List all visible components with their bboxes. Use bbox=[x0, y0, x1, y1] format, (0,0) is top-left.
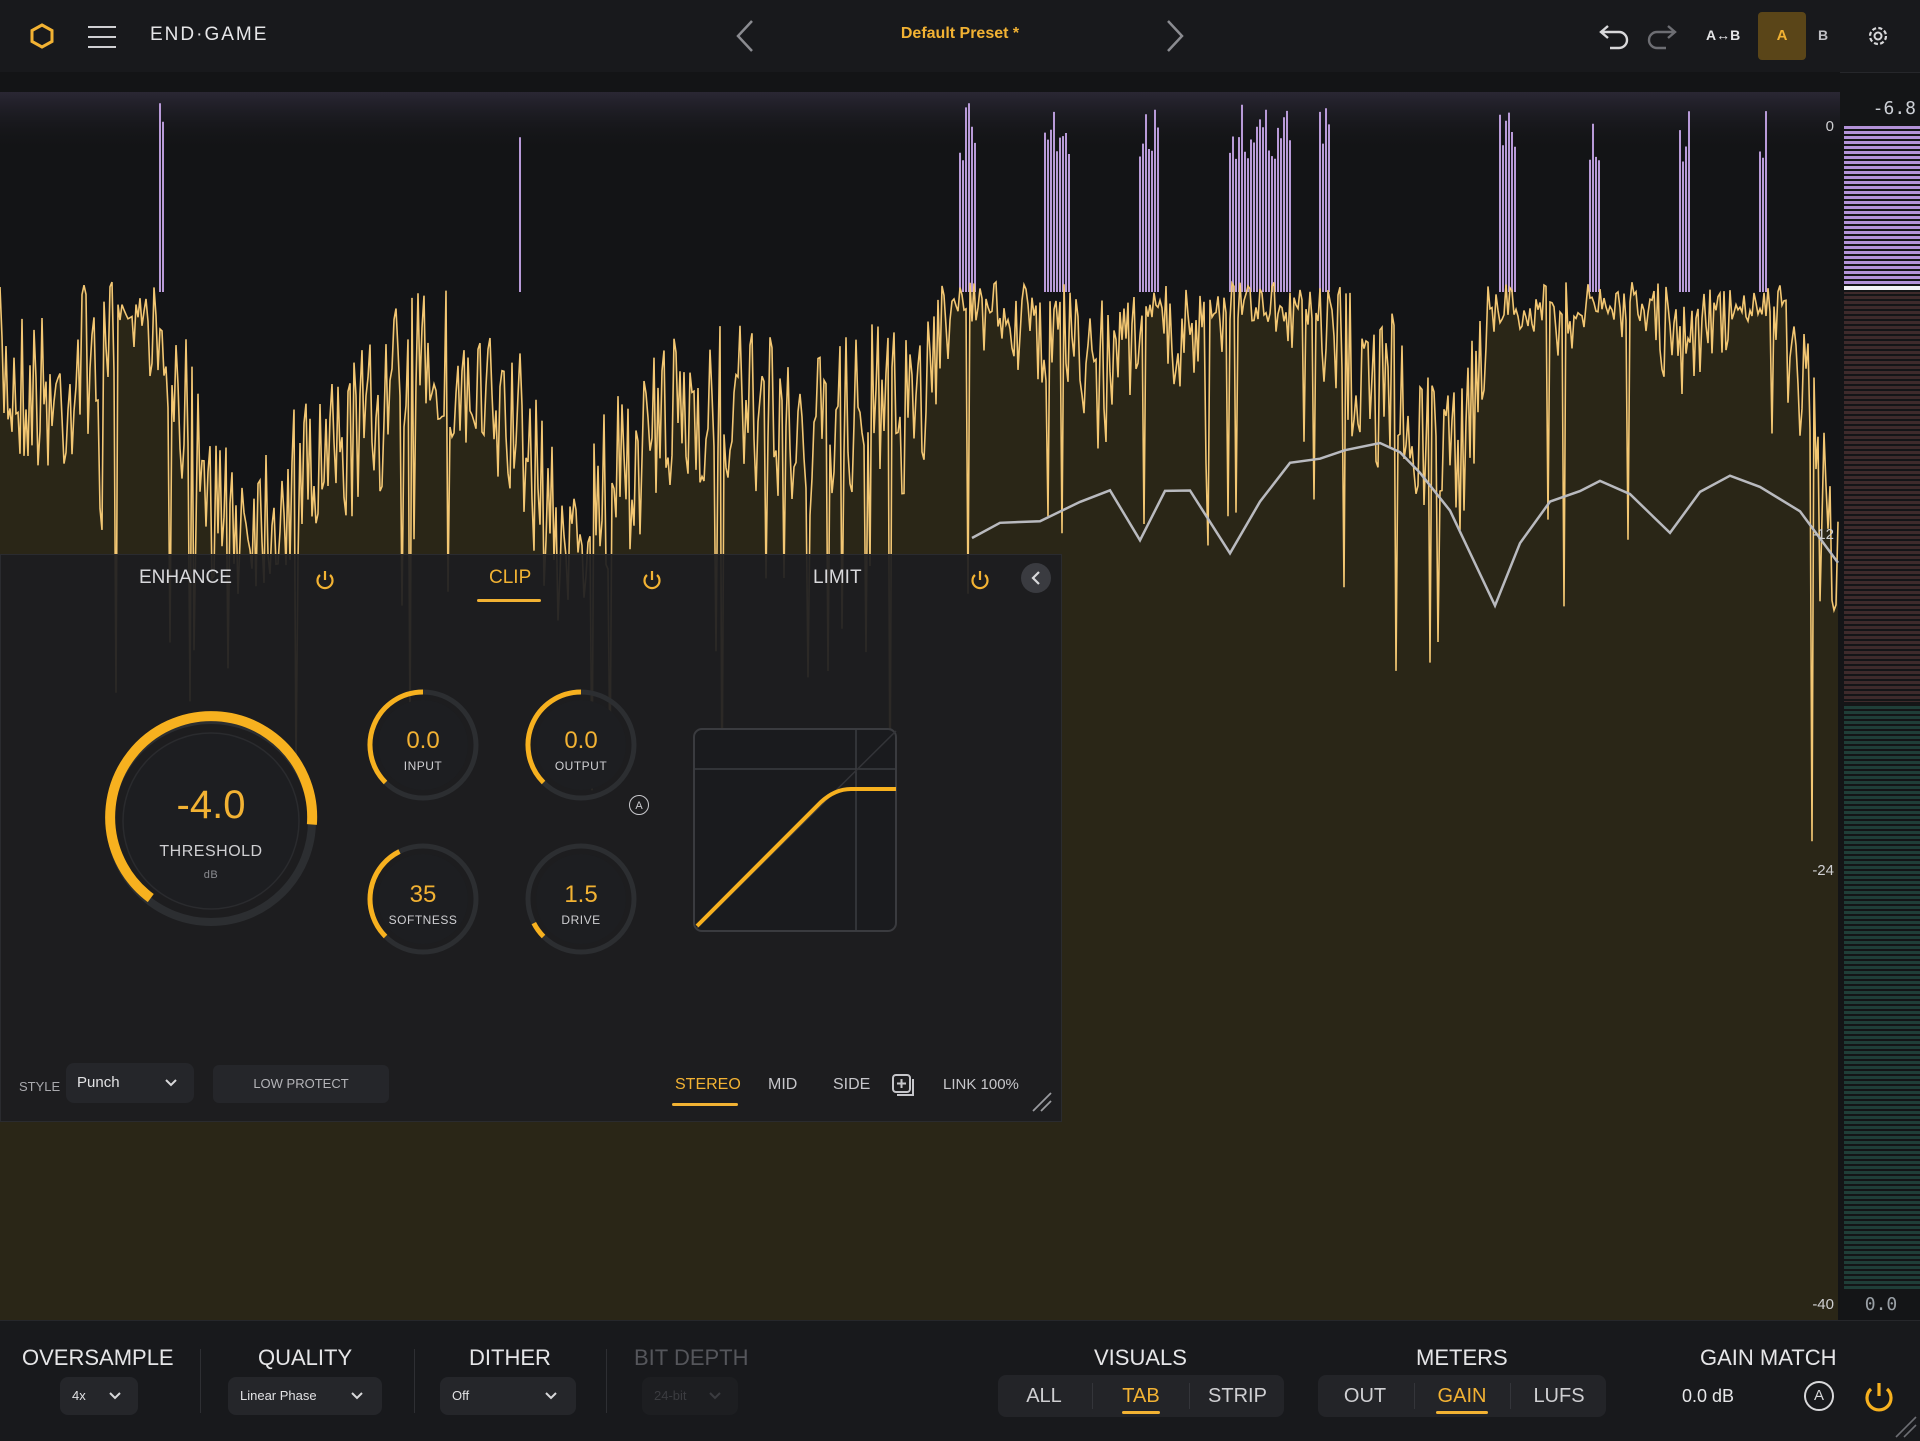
visuals-tab-option[interactable]: TAB bbox=[1094, 1385, 1188, 1408]
threshold-unit: dB bbox=[203, 869, 219, 881]
meter-bottom-readout[interactable]: 0.0 bbox=[1846, 1294, 1916, 1315]
meters-title: METERS bbox=[1416, 1345, 1508, 1370]
gain-match-value[interactable]: 0.0 dB bbox=[1682, 1386, 1734, 1407]
processor-panel: ENHANCE CLIP LIMIT -4.0 THRESHOLD dB 0.0… bbox=[0, 554, 1062, 1122]
db-label-12: -12 bbox=[1812, 526, 1834, 543]
output-label: OUTPUT bbox=[554, 759, 608, 773]
bit-depth-title: BIT DEPTH bbox=[634, 1345, 749, 1370]
undo-icon[interactable] bbox=[1598, 22, 1630, 50]
gain-meter-bars bbox=[1844, 126, 1920, 1290]
meters-out-option[interactable]: OUT bbox=[1318, 1385, 1412, 1408]
chevron-down-icon bbox=[709, 1392, 721, 1400]
redo-icon[interactable] bbox=[1646, 22, 1678, 50]
mode-stereo[interactable]: STEREO bbox=[675, 1076, 741, 1094]
chevron-down-icon bbox=[165, 1079, 177, 1087]
meters-gain-option[interactable]: GAIN bbox=[1415, 1385, 1509, 1408]
dither-value: Off bbox=[452, 1388, 470, 1403]
mode-side[interactable]: SIDE bbox=[833, 1076, 870, 1094]
bit-depth-dropdown: 24-bit bbox=[642, 1377, 738, 1415]
gain-match-auto-button[interactable]: A bbox=[1804, 1381, 1834, 1411]
chevron-down-icon bbox=[109, 1392, 121, 1400]
visuals-title: VISUALS bbox=[1094, 1345, 1187, 1370]
dither-dropdown[interactable]: Off bbox=[440, 1377, 576, 1415]
gain-meter bbox=[1840, 96, 1920, 1320]
visuals-selector: ALL TAB STRIP bbox=[998, 1375, 1284, 1417]
style-value: Punch bbox=[77, 1074, 120, 1091]
softness-label: SOFTNESS bbox=[388, 913, 458, 927]
drive-value[interactable]: 1.5 bbox=[541, 881, 621, 909]
oversample-value: 4x bbox=[72, 1388, 86, 1403]
input-value[interactable]: 0.0 bbox=[383, 727, 463, 755]
chevron-down-icon bbox=[545, 1392, 557, 1400]
quality-value: Linear Phase bbox=[240, 1388, 317, 1403]
divider bbox=[606, 1349, 607, 1413]
input-label: INPUT bbox=[403, 759, 443, 773]
brand-title: END·GAME bbox=[150, 24, 269, 45]
mode-stereo-underline bbox=[672, 1103, 738, 1106]
meter-peak-readout: -6.8 bbox=[1872, 98, 1916, 119]
knobs-graphics bbox=[105, 689, 897, 955]
visuals-all-option[interactable]: ALL bbox=[998, 1385, 1090, 1408]
a-state-button[interactable]: A bbox=[1758, 12, 1806, 60]
quality-title: QUALITY bbox=[258, 1345, 353, 1370]
mode-mid[interactable]: MID bbox=[768, 1076, 797, 1094]
resize-handle-icon[interactable] bbox=[1031, 1091, 1053, 1113]
divider bbox=[1189, 1383, 1190, 1409]
style-dropdown[interactable]: Punch bbox=[66, 1063, 194, 1103]
divider bbox=[200, 1349, 201, 1413]
threshold-value[interactable]: -4.0 bbox=[151, 783, 271, 828]
bypass-power-icon[interactable] bbox=[1862, 1379, 1896, 1413]
link-amount[interactable]: LINK 100% bbox=[943, 1076, 1019, 1093]
previous-preset-icon[interactable] bbox=[732, 18, 758, 54]
db-label-0: 0 bbox=[1825, 118, 1834, 135]
divider bbox=[414, 1349, 415, 1413]
softness-value[interactable]: 35 bbox=[383, 881, 463, 909]
top-bar: END·GAME Default Preset * A↔B A B bbox=[0, 0, 1920, 73]
preset-name[interactable]: Default Preset * bbox=[880, 25, 1040, 43]
low-protect-button[interactable]: LOW PROTECT bbox=[213, 1065, 389, 1103]
style-label: STYLE bbox=[19, 1079, 61, 1094]
meters-gain-underline bbox=[1436, 1411, 1488, 1414]
drive-label: DRIVE bbox=[561, 913, 601, 927]
gain-match-title: GAIN MATCH bbox=[1700, 1345, 1837, 1370]
db-label-40: -40 bbox=[1812, 1296, 1834, 1313]
logo-icon[interactable] bbox=[28, 22, 56, 50]
divider bbox=[1510, 1383, 1511, 1409]
bit-depth-value: 24-bit bbox=[654, 1388, 687, 1403]
meters-selector: OUT GAIN LUFS bbox=[1318, 1375, 1606, 1417]
oversample-dropdown[interactable]: 4x bbox=[60, 1377, 138, 1415]
threshold-label: THRESHOLD bbox=[159, 843, 263, 860]
meters-lufs-option[interactable]: LUFS bbox=[1512, 1385, 1606, 1408]
bottom-bar: OVERSAMPLE 4x QUALITY Linear Phase DITHE… bbox=[0, 1320, 1920, 1441]
next-preset-icon[interactable] bbox=[1162, 18, 1188, 54]
visuals-strip-option[interactable]: STRIP bbox=[1191, 1385, 1284, 1408]
ab-copy-button[interactable]: A↔B bbox=[1706, 27, 1740, 43]
menu-icon[interactable] bbox=[88, 26, 116, 48]
dither-title: DITHER bbox=[469, 1345, 551, 1370]
settings-gear-icon[interactable] bbox=[1864, 22, 1892, 50]
db-label-24: -24 bbox=[1812, 862, 1834, 879]
window-resize-icon[interactable] bbox=[1894, 1415, 1918, 1439]
visuals-tab-underline bbox=[1122, 1411, 1160, 1414]
quality-dropdown[interactable]: Linear Phase bbox=[228, 1377, 382, 1415]
b-state-button[interactable]: B bbox=[1818, 27, 1828, 43]
oversample-title: OVERSAMPLE bbox=[22, 1345, 174, 1370]
add-link-icon[interactable] bbox=[891, 1073, 915, 1097]
auto-gain-button[interactable]: A bbox=[629, 795, 649, 815]
output-value[interactable]: 0.0 bbox=[541, 727, 621, 755]
divider bbox=[1092, 1383, 1093, 1409]
chevron-down-icon bbox=[351, 1392, 363, 1400]
